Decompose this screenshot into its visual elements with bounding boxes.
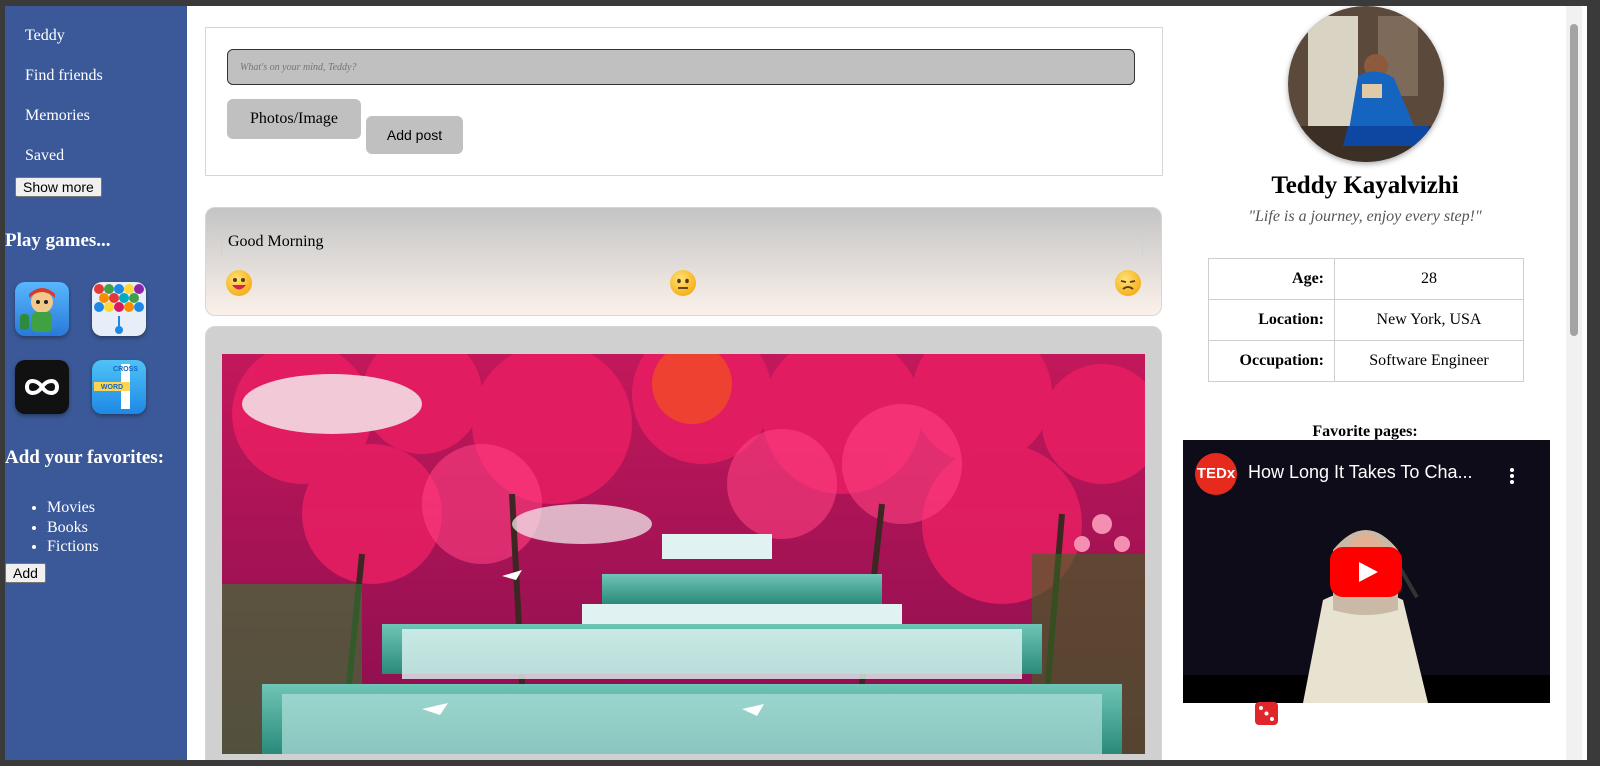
word-crossword-icon[interactable]: CROSS WORD (92, 360, 146, 414)
bubble-shooter-icon[interactable] (92, 282, 146, 336)
info-value: 28 (1334, 258, 1524, 300)
sidebar-item-memories[interactable]: Memories (25, 107, 90, 125)
video-embed[interactable]: TEDx How Long It Takes To Cha... (1183, 440, 1550, 703)
info-key: Age: (1208, 258, 1335, 300)
crossword-letter: CROSS (113, 366, 138, 373)
list-item: Fictions (47, 537, 99, 557)
dice-icon[interactable] (1255, 702, 1278, 725)
favorite-pages-label: Favorite pages: (1312, 423, 1418, 440)
table-row: Age: 28 (1208, 258, 1524, 300)
vertical-scrollbar[interactable] (1566, 6, 1582, 760)
crossword-word: WORD (101, 384, 123, 391)
app-window: Teddy Find friends Memories Saved Show m… (5, 6, 1587, 760)
image-post-card (205, 326, 1162, 760)
show-more-button[interactable]: Show more (15, 177, 102, 197)
profile-info-table: Age: 28 Location: New York, USA Occupati… (1208, 258, 1524, 382)
profile-name: Teddy Kayalvizhi (1271, 172, 1459, 199)
channel-logo[interactable]: TEDx (1195, 453, 1237, 495)
sidebar: Teddy Find friends Memories Saved Show m… (5, 6, 187, 760)
games-heading: Play games... (5, 230, 111, 251)
neutral-face-icon[interactable] (670, 270, 696, 296)
post-text: Good Morning (221, 230, 1143, 255)
list-item: Books (47, 518, 99, 538)
grinning-face-icon[interactable] (226, 270, 252, 296)
more-options-icon[interactable] (1509, 467, 1515, 490)
info-value: New York, USA (1334, 299, 1524, 341)
list-item: Movies (47, 498, 99, 518)
scrollbar-thumb[interactable] (1570, 24, 1578, 336)
infinity-game-icon[interactable] (15, 360, 69, 414)
sidebar-item-profile[interactable]: Teddy (25, 27, 65, 45)
info-key: Occupation: (1208, 340, 1335, 382)
status-input[interactable] (227, 49, 1135, 85)
sidebar-item-find-friends[interactable]: Find friends (25, 67, 103, 85)
photo-image-button[interactable]: Photos/Image (227, 99, 361, 139)
video-title[interactable]: How Long It Takes To Cha... (1248, 462, 1472, 483)
avatar (1288, 6, 1444, 162)
sad-face-icon[interactable] (1115, 270, 1141, 296)
favorites-heading: Add your favorites: (5, 447, 165, 468)
pink-forest-waterfall-image (222, 354, 1145, 754)
post-card: Good Morning (205, 207, 1162, 316)
table-row: Location: New York, USA (1208, 299, 1524, 341)
table-row: Occupation: Software Engineer (1208, 340, 1524, 382)
sidebar-item-saved[interactable]: Saved (25, 147, 64, 165)
add-post-button[interactable]: Add post (366, 116, 463, 154)
post-composer: Photos/Image Add post (205, 27, 1163, 176)
info-key: Location: (1208, 299, 1335, 341)
favorites-list: Movies Books Fictions (27, 498, 99, 557)
info-value: Software Engineer (1334, 340, 1524, 382)
play-icon[interactable] (1330, 547, 1402, 597)
runner-game-icon[interactable] (15, 282, 69, 336)
profile-quote: "Life is a journey, enjoy every step!" (1248, 208, 1482, 225)
add-favorite-button[interactable]: Add (5, 563, 46, 583)
